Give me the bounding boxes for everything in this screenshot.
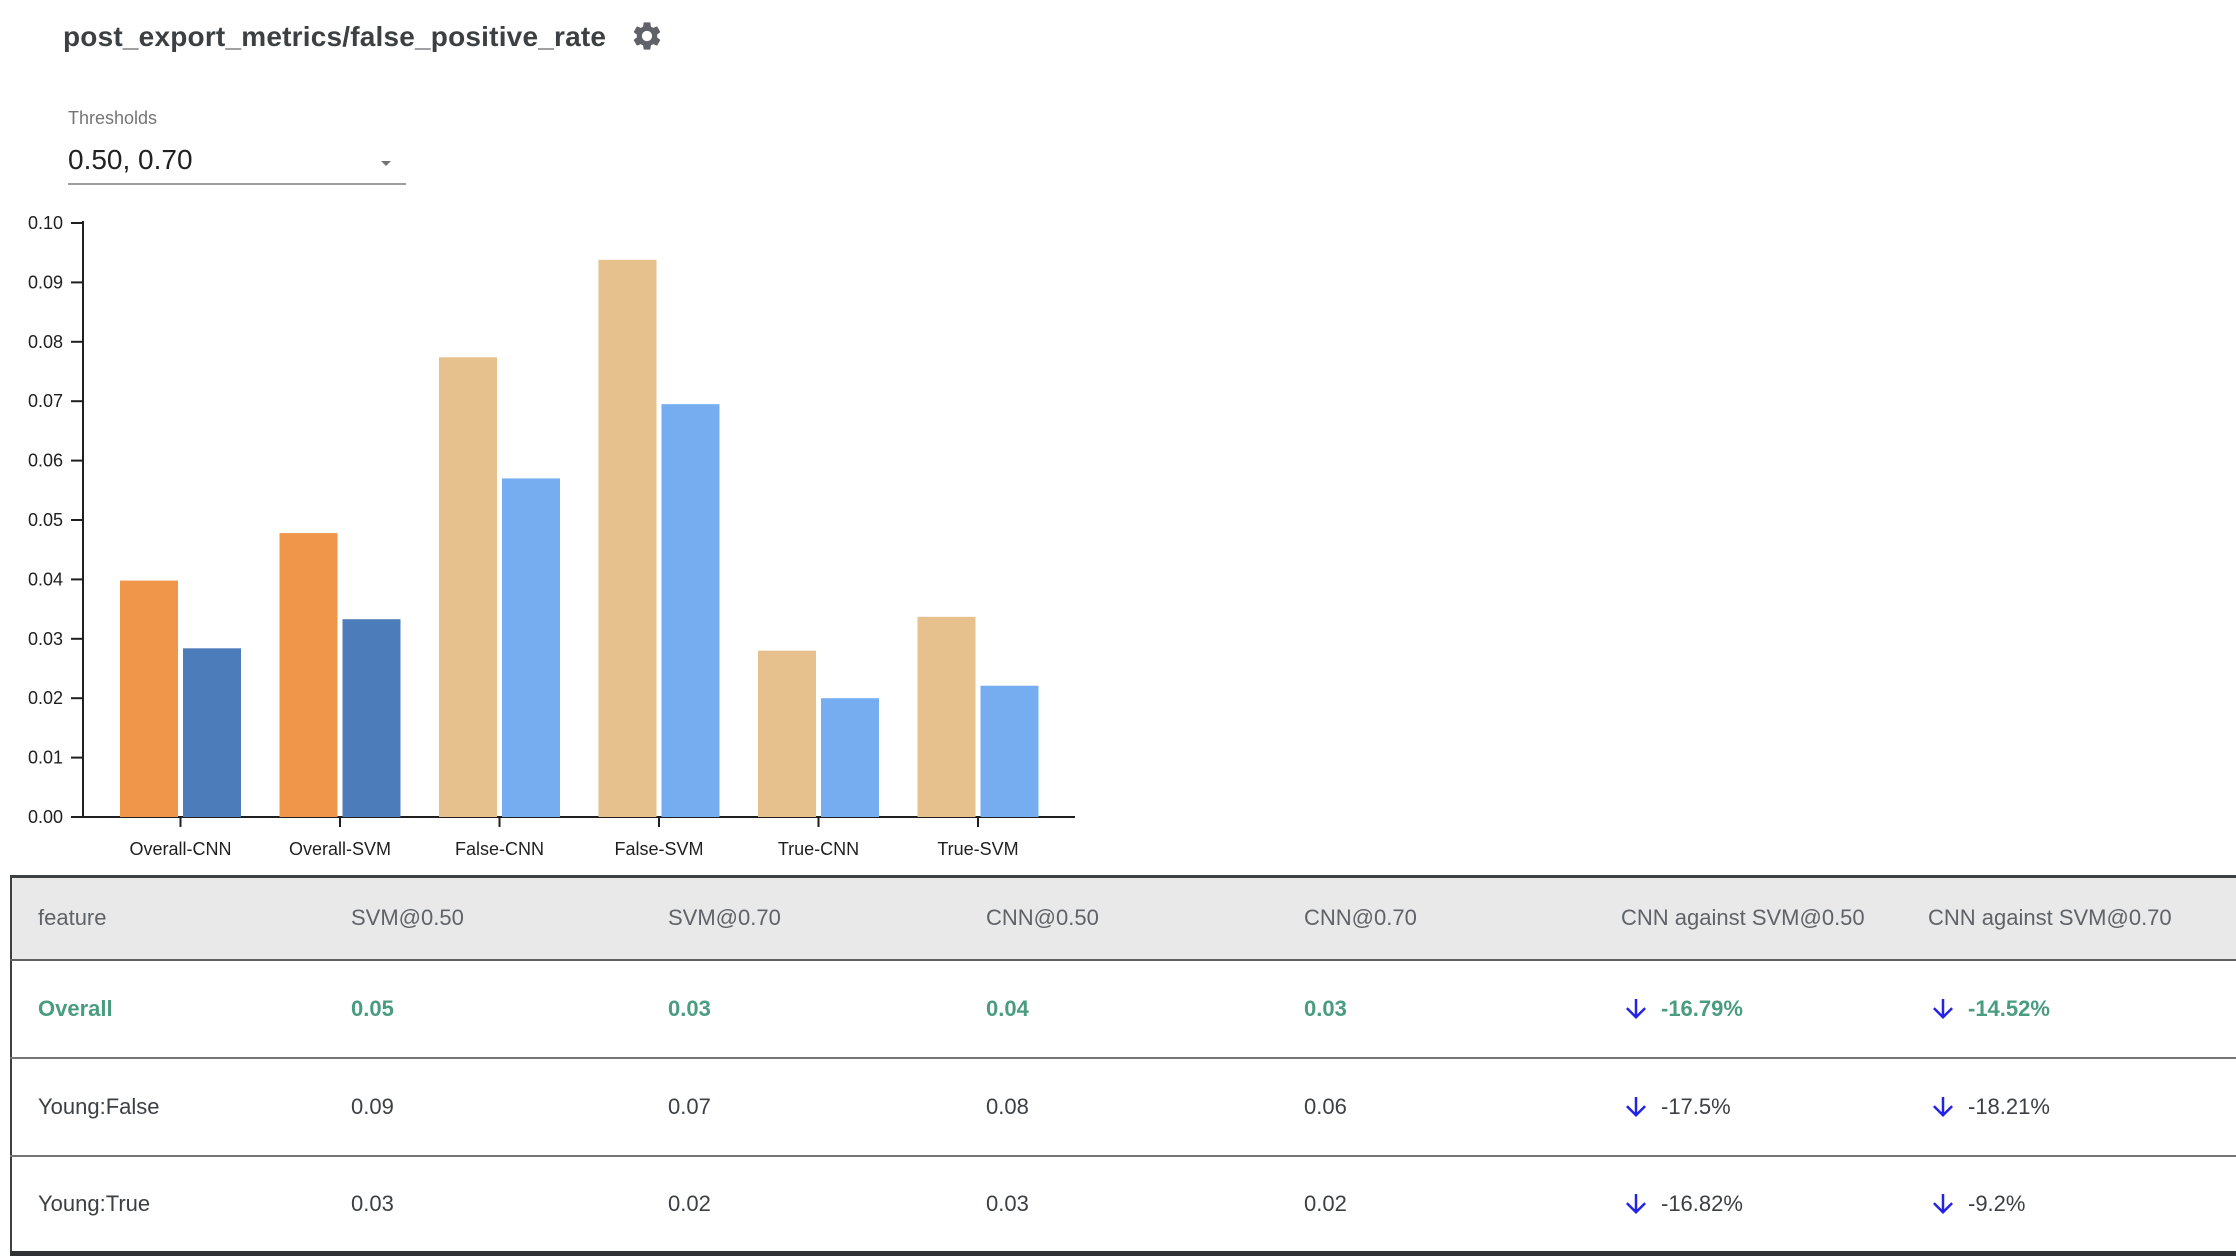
metric-value-cell-svm-0-50: 0.05 xyxy=(351,995,394,1021)
column-header-cnn-against-svm-0-50: CNN against SVM@0.50 xyxy=(1595,876,1902,961)
fairness-metrics-panel: post_export_metrics/false_positive_rate … xyxy=(0,0,2236,1258)
y-tick-label: 0.09 xyxy=(28,272,63,292)
comparison-cell-cnn-against-svm-0-50: -17.5% xyxy=(1595,1058,1902,1156)
comparison-cell-cnn-against-svm-0-50: -16.79% xyxy=(1595,960,1902,1058)
y-tick-label: 0.03 xyxy=(28,629,63,649)
column-header-cnn-0-70: CNN@0.70 xyxy=(1278,876,1595,961)
metric-value-cell-cnn-0-50: 0.04 xyxy=(986,995,1029,1021)
comparison-percent: -18.21% xyxy=(1968,1093,2050,1119)
comparison-percent: -16.79% xyxy=(1661,995,1743,1021)
metric-value-cell-svm-0-50: 0.09 xyxy=(351,1093,394,1119)
column-header-svm-0-70: SVM@0.70 xyxy=(642,876,960,961)
comparison-cell-cnn-against-svm-0-70: -18.21% xyxy=(1902,1058,2236,1156)
bar-true-cnn-s1 xyxy=(821,698,879,817)
thresholds-select[interactable]: 0.50, 0.70 xyxy=(68,137,406,185)
bar-overall-cnn-s1 xyxy=(183,648,241,817)
metric-value-cell-svm-0-70: 0.03 xyxy=(668,995,711,1021)
column-header-svm-0-50: SVM@0.50 xyxy=(325,876,642,961)
arrow-down-icon xyxy=(1933,998,1953,1019)
y-tick-label: 0.00 xyxy=(28,807,63,827)
x-tick-label: True-SVM xyxy=(937,839,1018,859)
metric-value-cell-cnn-0-50: 0.03 xyxy=(986,1190,1029,1216)
bar-true-cnn-s0 xyxy=(758,650,816,817)
dropdown-caret-icon xyxy=(374,151,398,180)
metric-value-cell-cnn-0-70: 0.03 xyxy=(1304,995,1347,1021)
feature-cell: Young:True xyxy=(38,1190,151,1216)
arrow-down-icon xyxy=(1933,1193,1953,1214)
thresholds-label: Thresholds xyxy=(68,108,158,128)
bar-true-svm-s0 xyxy=(917,616,976,817)
bar-false-svm-s1 xyxy=(661,404,720,817)
thresholds-control: Thresholds 0.50, 0.70 xyxy=(68,108,406,185)
x-tick-label: True-CNN xyxy=(778,839,859,859)
x-tick-label: Overall-CNN xyxy=(129,839,231,859)
x-tick-label: Overall-SVM xyxy=(289,839,391,859)
y-tick-label: 0.06 xyxy=(28,451,63,471)
settings-button[interactable] xyxy=(630,20,664,54)
arrow-down-icon xyxy=(1626,1193,1646,1214)
bar-false-cnn-s0 xyxy=(439,357,497,817)
x-tick-label: False-CNN xyxy=(455,839,544,859)
column-header-feature: feature xyxy=(11,876,325,961)
y-tick-label: 0.02 xyxy=(28,688,63,708)
column-header-cnn-against-svm-0-70: CNN against SVM@0.70 xyxy=(1902,876,2236,961)
bar-overall-svm-s0 xyxy=(279,533,338,817)
comparison-percent: -17.5% xyxy=(1661,1093,1731,1119)
comparison-cell-cnn-against-svm-0-50: -16.82% xyxy=(1595,1156,1902,1254)
bar-false-cnn-s1 xyxy=(502,478,560,817)
bar-overall-cnn-s0 xyxy=(120,580,178,817)
false-positive-rate-bar-chart: 0.00 0.01 0.02 0.03 0.04 0.05 0.06 0.07 0.08 0.09… xyxy=(0,200,1130,890)
comparison-cell-cnn-against-svm-0-70: -14.52% xyxy=(1902,960,2236,1058)
arrow-down-icon xyxy=(1933,1096,1953,1117)
feature-cell: Young:False xyxy=(38,1093,160,1119)
x-tick-label: False-SVM xyxy=(614,839,703,859)
metric-value-cell-svm-0-70: 0.07 xyxy=(668,1093,711,1119)
y-tick-label: 0.05 xyxy=(28,510,63,530)
thresholds-value: 0.50, 0.70 xyxy=(68,144,193,175)
metric-value-cell-svm-0-70: 0.02 xyxy=(668,1190,711,1216)
page-title: post_export_metrics/false_positive_rate xyxy=(63,21,607,52)
feature-cell: Overall xyxy=(38,995,113,1021)
arrow-down-icon xyxy=(1626,998,1646,1019)
arrow-down-icon xyxy=(1626,1096,1646,1117)
y-tick-label: 0.04 xyxy=(28,569,63,589)
header: post_export_metrics/false_positive_rate xyxy=(63,20,664,54)
metric-value-cell-svm-0-50: 0.03 xyxy=(351,1190,394,1216)
table-header-row: feature SVM@0.50 SVM@0.70 CNN@0.50 CNN@0.70 C… xyxy=(11,876,2236,961)
comparison-percent: -9.2% xyxy=(1968,1190,2026,1216)
table-row-young-true: Young:True 0.03 0.02 0.03 0.02 -16.82% -9.2% xyxy=(11,1156,2236,1254)
metric-value-cell-cnn-0-70: 0.06 xyxy=(1304,1093,1347,1119)
metrics-table: feature SVM@0.50 SVM@0.70 CNN@0.50 CNN@0.70 C… xyxy=(10,875,2236,1256)
y-tick-label: 0.07 xyxy=(28,391,63,411)
gear-icon xyxy=(630,19,664,56)
y-tick-label: 0.08 xyxy=(28,332,63,352)
metric-value-cell-cnn-0-70: 0.02 xyxy=(1304,1190,1347,1216)
table-row-overall: Overall 0.05 0.03 0.04 0.03 -16.79% -14.52% xyxy=(11,960,2236,1058)
comparison-percent: -14.52% xyxy=(1968,995,2050,1021)
y-tick-label: 0.10 xyxy=(28,213,63,233)
comparison-percent: -16.82% xyxy=(1661,1190,1743,1216)
chart-canvas: 0.00 0.01 0.02 0.03 0.04 0.05 0.06 0.07 0.08 0.09… xyxy=(28,213,1075,859)
metric-value-cell-cnn-0-50: 0.08 xyxy=(986,1093,1029,1119)
column-header-cnn-0-50: CNN@0.50 xyxy=(960,876,1278,961)
y-tick-label: 0.01 xyxy=(28,748,63,768)
bar-overall-svm-s1 xyxy=(342,619,401,817)
bar-true-svm-s1 xyxy=(980,685,1039,817)
bar-false-svm-s0 xyxy=(598,259,657,817)
comparison-cell-cnn-against-svm-0-70: -9.2% xyxy=(1902,1156,2236,1254)
table-row-young-false: Young:False 0.09 0.07 0.08 0.06 -17.5% -18.21% xyxy=(11,1058,2236,1156)
